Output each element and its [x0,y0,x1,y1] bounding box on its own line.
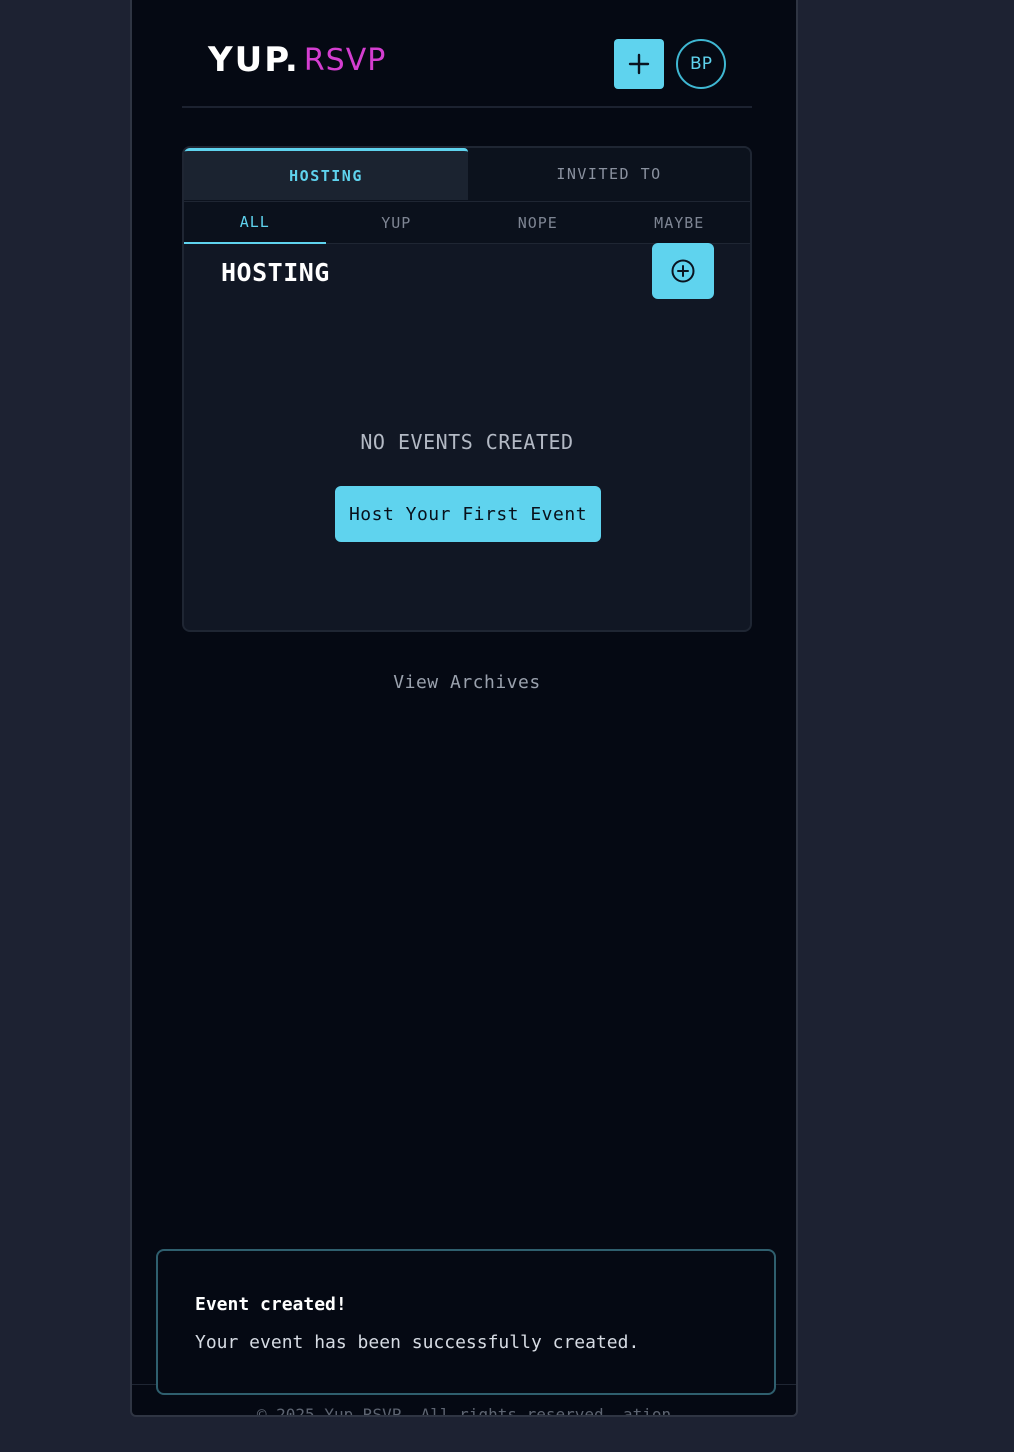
view-archives-link[interactable]: View Archives [182,672,752,693]
filter-tab-yup[interactable]: YUP [326,202,468,244]
plus-circle-icon [671,259,695,283]
empty-state-text: NO EVENTS CREATED [360,430,574,454]
host-first-event-button[interactable]: Host Your First Event [335,486,601,542]
filter-tab-all[interactable]: ALL [184,202,326,244]
tab-invited-to[interactable]: INVITED TO [468,148,750,200]
toast-message: Your event has been successfully created… [195,1332,640,1353]
logo-mark: YUP. [208,40,300,80]
tab-hosting[interactable]: HOSTING [184,148,468,200]
logo-rsvp-text: RSVP [303,42,387,78]
footer-copyright: © 2025 Yup.RSVP. All rights reserved. at… [256,1405,672,1417]
avatar[interactable]: BP [676,39,726,89]
filter-tab-nope[interactable]: NOPE [467,202,609,244]
section-title: HOSTING [221,258,330,287]
events-card: HOSTING INVITED TO ALL YUP NOPE MAYBE HO… [182,146,752,632]
create-event-button[interactable] [614,39,664,89]
toast-title: Event created! [195,1294,347,1315]
add-hosted-event-button[interactable] [652,243,714,299]
main-tabs: HOSTING INVITED TO [184,148,750,202]
logo[interactable]: YUP. RSVP [208,40,386,80]
filter-tab-maybe[interactable]: MAYBE [609,202,751,244]
plus-icon [628,53,650,75]
app-header: YUP. RSVP BP [182,0,752,108]
filter-tabs: ALL YUP NOPE MAYBE [184,202,750,244]
app-frame: YUP. RSVP BP HOSTING INVITED TO ALL YUP … [130,0,798,1417]
toast-notification: Event created! Your event has been succe… [156,1249,776,1395]
